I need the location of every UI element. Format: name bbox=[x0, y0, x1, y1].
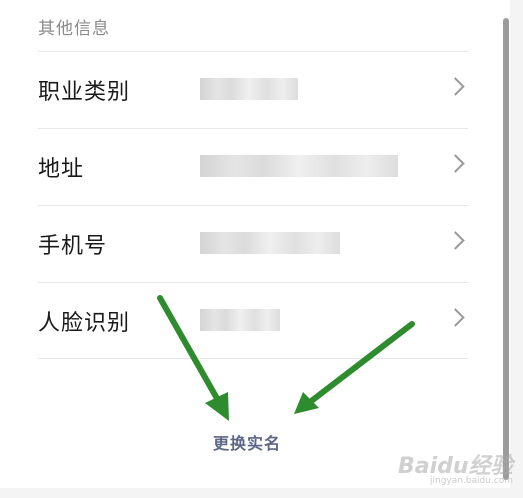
section-title: 其他信息 bbox=[38, 19, 110, 39]
change-real-name-link[interactable]: 更换实名 bbox=[213, 430, 281, 454]
chevron-right-icon bbox=[446, 154, 465, 173]
redacted-value bbox=[200, 232, 340, 254]
row-face-recognition[interactable]: 人脸识别 bbox=[38, 282, 468, 359]
row-label: 人脸识别 bbox=[38, 311, 131, 336]
chevron-right-icon bbox=[446, 308, 465, 327]
scrollbar[interactable] bbox=[503, 18, 509, 480]
chevron-right-icon bbox=[446, 77, 465, 96]
row-label: 手机号 bbox=[38, 234, 108, 259]
chevron-right-icon bbox=[446, 231, 465, 250]
redacted-value bbox=[200, 309, 280, 331]
row-address[interactable]: 地址 bbox=[38, 128, 468, 205]
row-phone[interactable]: 手机号 bbox=[38, 205, 468, 282]
watermark-url: jingyan.baidu.com bbox=[430, 476, 514, 486]
row-label: 地址 bbox=[38, 157, 85, 182]
row-label: 职业类别 bbox=[38, 80, 131, 105]
redacted-value bbox=[200, 155, 398, 177]
info-card: 其他信息 职业类别 地址 手机号 人脸识别 更换实名 bbox=[0, 0, 510, 488]
redacted-value bbox=[200, 78, 298, 100]
row-occupation[interactable]: 职业类别 bbox=[38, 51, 468, 128]
